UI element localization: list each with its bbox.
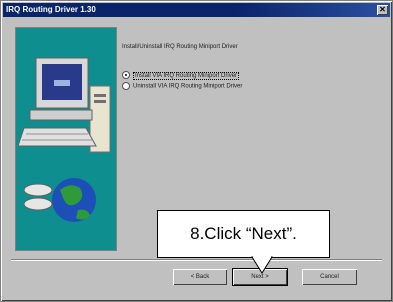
instruction-text: Install/Uninstall IRQ Routing Miniport D…: [122, 44, 238, 50]
setup-illustration: [15, 27, 117, 251]
next-button[interactable]: Next >: [233, 269, 287, 285]
radio-selected-icon[interactable]: [122, 71, 130, 79]
cancel-button[interactable]: Cancel: [302, 269, 357, 285]
window-title: IRQ Routing Driver 1.30: [6, 5, 96, 14]
title-bar: IRQ Routing Driver 1.30 ✕: [3, 3, 390, 17]
back-button[interactable]: < Back: [173, 269, 227, 285]
install-option[interactable]: Install VIA IRQ Routing Miniport Driver: [122, 71, 240, 80]
close-icon[interactable]: ✕: [377, 5, 388, 15]
uninstall-option[interactable]: Uninstall VIA IRQ Routing Miniport Drive…: [122, 82, 242, 90]
instruction-callout: 8.Click “Next”.: [157, 210, 330, 258]
radio-unselected-icon[interactable]: [122, 82, 130, 90]
install-option-label: Install VIA IRQ Routing Miniport Driver: [133, 71, 240, 80]
computer-globe-icon: [17, 57, 111, 222]
uninstall-option-label: Uninstall VIA IRQ Routing Miniport Drive…: [133, 83, 243, 90]
divider: [11, 259, 382, 261]
